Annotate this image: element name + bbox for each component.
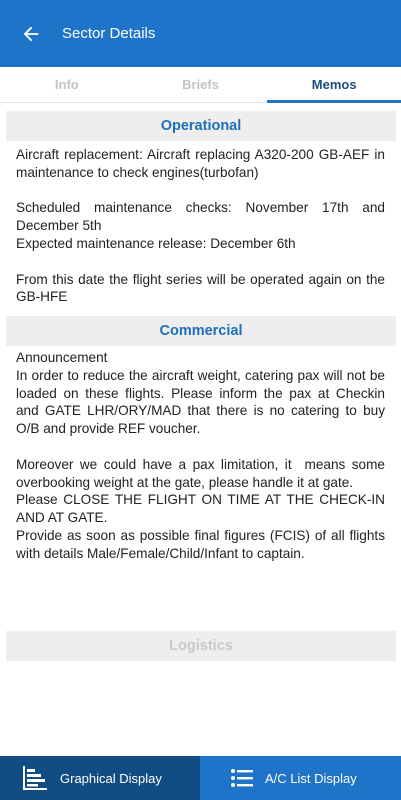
page-title: Sector Details [62,25,156,42]
bar-chart-icon [22,765,48,791]
section-header-commercial: Commercial [6,316,396,346]
back-button[interactable] [0,0,62,67]
list-icon [231,769,253,787]
memo-operational: Aircraft replacement: Aircraft replacing… [16,147,385,305]
ac-list-display-label: A/C List Display [265,770,357,786]
tab-info[interactable]: Info [0,67,134,102]
arrow-left-icon [23,26,39,41]
tab-bar: Info Briefs Memos [0,67,401,103]
bottom-nav: Graphical Display A/C List Display [0,756,401,800]
tab-memos[interactable]: Memos [267,67,401,103]
app-bar: Sector Details [0,0,401,67]
section-header-logistics: Logistics [6,631,396,661]
graphical-display-button[interactable]: Graphical Display [0,756,200,800]
memo-commercial: Announcement In order to reduce the airc… [16,350,385,561]
graphical-display-label: Graphical Display [60,770,162,786]
tab-briefs[interactable]: Briefs [134,67,268,102]
section-header-operational: Operational [6,111,396,141]
ac-list-display-button[interactable]: A/C List Display [200,756,401,800]
